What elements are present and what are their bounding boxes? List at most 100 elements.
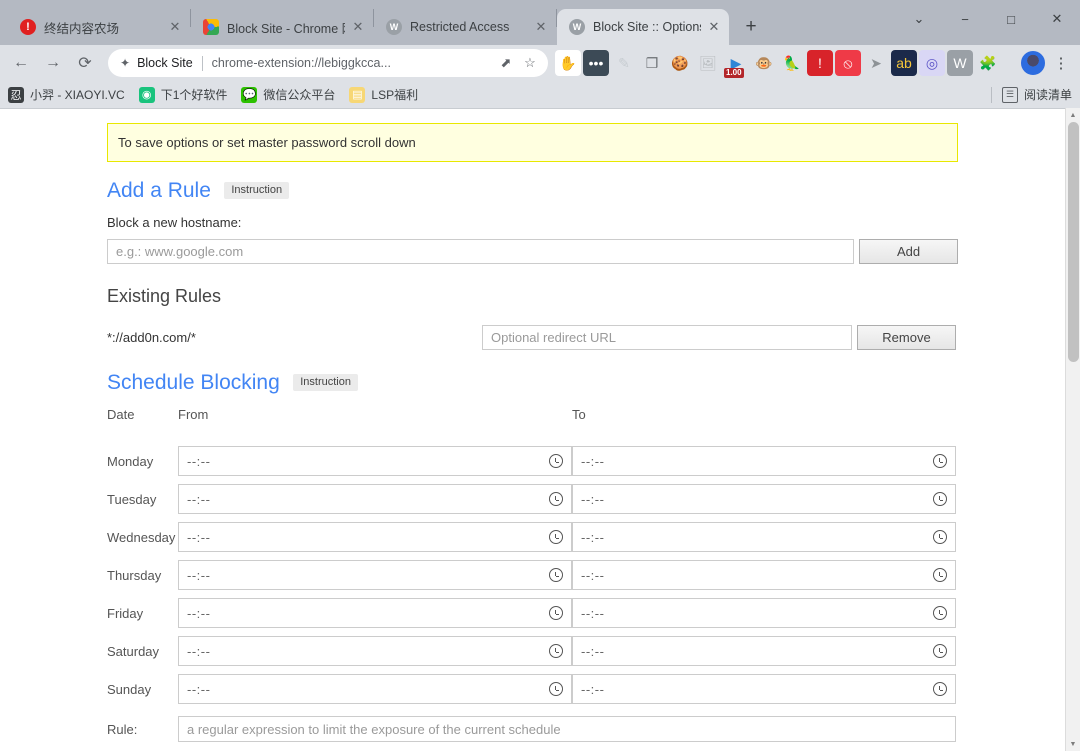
- chrome-menu-icon[interactable]: ⋮: [1048, 50, 1074, 76]
- w-extension-icon[interactable]: W: [947, 50, 973, 76]
- back-icon[interactable]: ←: [6, 48, 36, 78]
- icon-glyph: ➤: [870, 55, 882, 72]
- hostname-input[interactable]: [107, 239, 854, 264]
- tab-title: Restricted Access: [410, 20, 528, 34]
- abcd-extension-icon[interactable]: ab: [891, 50, 917, 76]
- from-cell: --:--: [178, 518, 572, 556]
- time-input-to-monday[interactable]: --:--: [572, 446, 956, 476]
- time-input-to-thursday[interactable]: --:--: [572, 560, 956, 590]
- clock-icon[interactable]: [549, 606, 563, 620]
- time-input-from-wednesday[interactable]: --:--: [178, 522, 572, 552]
- to-cell: --:--: [572, 594, 956, 632]
- image-extension-icon[interactable]: 🖼: [695, 50, 721, 76]
- compass-extension-icon[interactable]: ◎: [919, 50, 945, 76]
- day-label-sunday: Sunday: [107, 670, 178, 708]
- bookmark-item[interactable]: ◉下1个好软件: [139, 86, 228, 103]
- from-cell: --:--: [178, 442, 572, 480]
- alert-extension-icon[interactable]: !: [807, 50, 833, 76]
- from-cell: --:--: [178, 480, 572, 518]
- time-input-to-sunday[interactable]: --:--: [572, 674, 956, 704]
- close-button[interactable]: ✕: [1034, 0, 1080, 38]
- col-from: From: [178, 407, 572, 442]
- scroll-down-arrow-icon[interactable]: ▼: [1066, 737, 1080, 751]
- add-rule-row: Add: [107, 239, 958, 264]
- clock-icon[interactable]: [933, 530, 947, 544]
- bookmarks-bar: 忍小羿 - XIAOYI.VC◉下1个好软件💬微信公众平台▤LSP福利 ☰ 阅读…: [0, 81, 1080, 108]
- schedule-rule-input[interactable]: [178, 716, 956, 742]
- copy-extension-icon[interactable]: ❐: [639, 50, 665, 76]
- forward-icon[interactable]: →: [38, 48, 68, 78]
- bookmark-item[interactable]: 忍小羿 - XIAOYI.VC: [8, 86, 125, 103]
- pen-extension-icon[interactable]: ✎: [611, 50, 637, 76]
- adblock-hand-icon[interactable]: ✋: [555, 50, 581, 76]
- time-value: --:--: [187, 492, 549, 507]
- schedule-instruction-badge[interactable]: Instruction: [293, 374, 358, 391]
- scroll-up-arrow-icon[interactable]: ▲: [1066, 108, 1080, 122]
- clock-icon[interactable]: [549, 530, 563, 544]
- tab-close-button[interactable]: ✕: [349, 18, 367, 36]
- time-input-to-tuesday[interactable]: --:--: [572, 484, 956, 514]
- title-bar: ! 终结内容农场 ✕ Block Site - Chrome 网上 ✕ W Re…: [0, 0, 1080, 45]
- time-input-from-saturday[interactable]: --:--: [178, 636, 572, 666]
- reading-list-label[interactable]: 阅读清单: [1024, 86, 1072, 103]
- bookmark-star-icon[interactable]: ☆: [518, 51, 542, 75]
- w-extension-icon: W: [569, 19, 585, 35]
- add-button[interactable]: Add: [859, 239, 958, 264]
- time-input-from-sunday[interactable]: --:--: [178, 674, 572, 704]
- clock-icon[interactable]: [549, 682, 563, 696]
- clock-icon[interactable]: [549, 492, 563, 506]
- add-rule-instruction-badge[interactable]: Instruction: [224, 182, 289, 199]
- parrot-extension-icon[interactable]: 🦜: [779, 50, 805, 76]
- time-input-to-wednesday[interactable]: --:--: [572, 522, 956, 552]
- clock-icon[interactable]: [549, 454, 563, 468]
- redirect-url-input[interactable]: [482, 325, 852, 350]
- time-input-from-monday[interactable]: --:--: [178, 446, 572, 476]
- avatar[interactable]: [1021, 51, 1045, 75]
- cookie-extension-icon[interactable]: 🍪: [667, 50, 693, 76]
- time-input-from-tuesday[interactable]: --:--: [178, 484, 572, 514]
- save-notice: To save options or set master password s…: [107, 123, 958, 162]
- tab-close-button[interactable]: ✕: [705, 18, 723, 36]
- tab-3-active[interactable]: W Block Site :: Options page ✕: [557, 9, 729, 45]
- clock-icon[interactable]: [549, 568, 563, 582]
- scrollbar-thumb[interactable]: [1068, 122, 1079, 362]
- tab-0[interactable]: ! 终结内容农场 ✕: [8, 9, 190, 45]
- address-bar[interactable]: ✦ Block Site chrome-extension://lebiggkc…: [108, 49, 548, 77]
- maximize-button[interactable]: □: [988, 0, 1034, 38]
- remove-button[interactable]: Remove: [857, 325, 956, 350]
- clock-icon[interactable]: [933, 644, 947, 658]
- time-input-to-saturday[interactable]: --:--: [572, 636, 956, 666]
- time-value: --:--: [581, 644, 933, 659]
- block-extension-icon[interactable]: ⦸: [835, 50, 861, 76]
- existing-rule-row: *://add0n.com/* Remove: [107, 325, 958, 350]
- clock-icon[interactable]: [933, 682, 947, 696]
- tab-close-button[interactable]: ✕: [532, 18, 550, 36]
- tab-close-button[interactable]: ✕: [166, 18, 184, 36]
- schedule-row: Sunday--:----:--: [107, 670, 956, 708]
- video-speed-extension-icon[interactable]: ▶1.00: [723, 50, 749, 76]
- cursor-extension-icon[interactable]: ➤: [863, 50, 889, 76]
- clock-icon[interactable]: [933, 492, 947, 506]
- tab-1[interactable]: Block Site - Chrome 网上 ✕: [191, 9, 373, 45]
- new-tab-button[interactable]: +: [737, 13, 765, 41]
- monkey-extension-icon[interactable]: 🐵: [751, 50, 777, 76]
- clock-icon[interactable]: [933, 568, 947, 582]
- time-input-to-friday[interactable]: --:--: [572, 598, 956, 628]
- time-input-from-friday[interactable]: --:--: [178, 598, 572, 628]
- dots-extension-icon[interactable]: •••: [583, 50, 609, 76]
- tab-search-icon[interactable]: ⌄: [896, 0, 942, 38]
- minimize-button[interactable]: −: [942, 0, 988, 38]
- tab-2[interactable]: W Restricted Access ✕: [374, 9, 556, 45]
- reload-icon[interactable]: ⟳: [70, 48, 100, 78]
- clock-icon[interactable]: [933, 606, 947, 620]
- schedule-row: Tuesday--:----:--: [107, 480, 956, 518]
- clock-icon[interactable]: [933, 454, 947, 468]
- share-icon[interactable]: ⬈: [494, 51, 518, 75]
- bookmark-item[interactable]: 💬微信公众平台: [241, 86, 335, 103]
- puzzle-extensions-icon[interactable]: 🧩: [975, 50, 1001, 76]
- bookmark-item[interactable]: ▤LSP福利: [349, 86, 418, 103]
- time-input-from-thursday[interactable]: --:--: [178, 560, 572, 590]
- clock-icon[interactable]: [549, 644, 563, 658]
- bookmark-list: 忍小羿 - XIAOYI.VC ◉下1个好软件 💬微信公众平台 ▤LSP福利: [8, 86, 432, 103]
- page-scrollbar[interactable]: ▲ ▼: [1065, 108, 1080, 751]
